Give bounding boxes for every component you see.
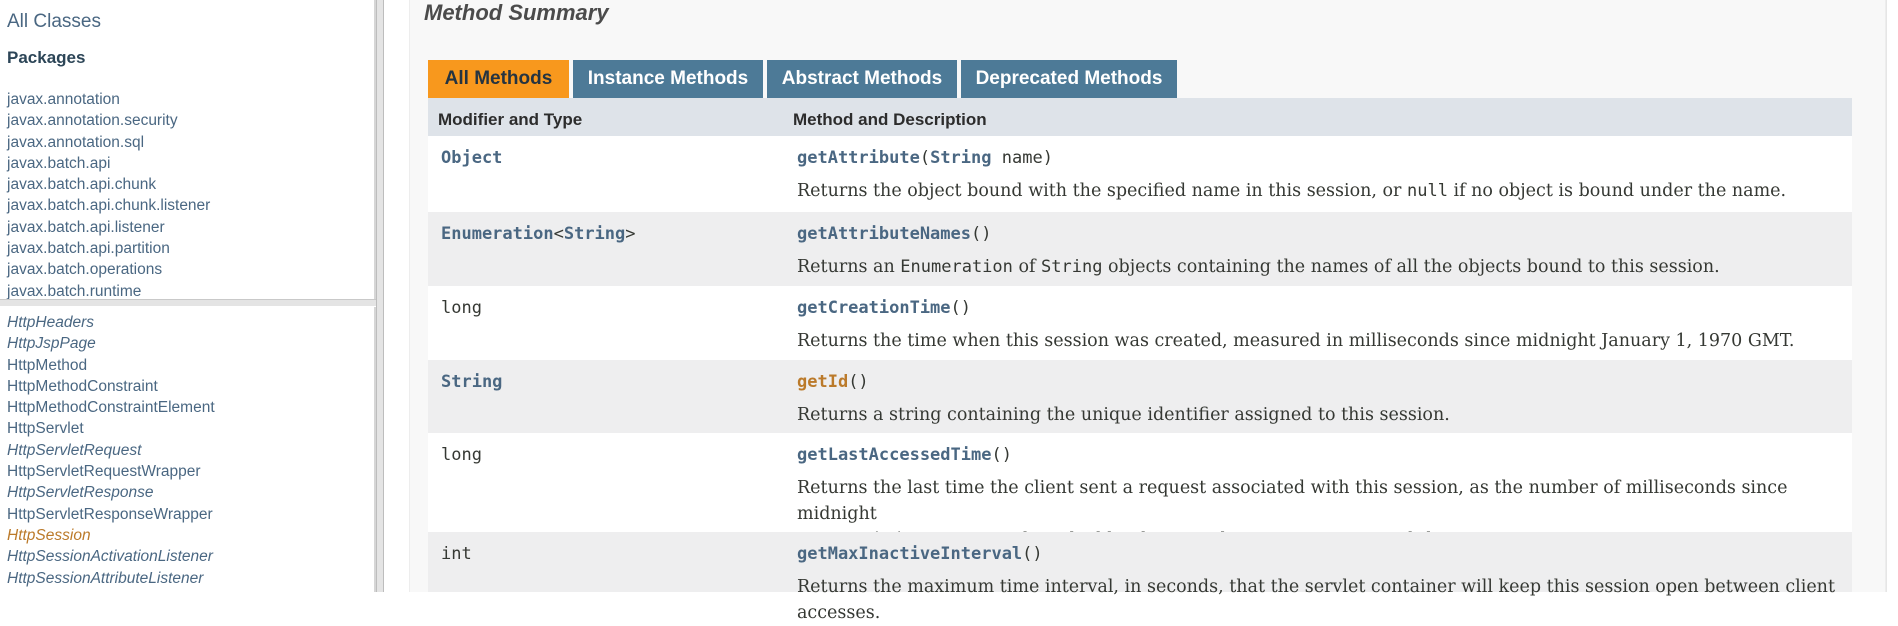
method-signature: getId()	[797, 372, 869, 392]
method-link[interactable]: getAttributeNames	[797, 224, 971, 244]
content-scrollbar[interactable]	[1886, 0, 1898, 592]
package-link[interactable]: javax.annotation.sql	[7, 132, 210, 153]
method-link[interactable]: getMaxInactiveInterval	[797, 544, 1022, 564]
packages-title: Packages	[7, 48, 86, 67]
class-link[interactable]: HttpMethodConstraintElement	[7, 397, 215, 418]
package-link[interactable]: javax.batch.api.chunk.listener	[7, 195, 210, 216]
class-link[interactable]: HttpServlet	[7, 418, 215, 439]
class-link[interactable]: HttpSessionAttributeListener	[7, 568, 215, 589]
method-link-hovered[interactable]: getId	[797, 372, 848, 392]
parens: ()	[950, 298, 972, 318]
package-list: javax.annotation javax.annotation.securi…	[7, 89, 210, 300]
class-list: HttpHeaders HttpJspPage HttpMethod HttpM…	[7, 312, 215, 589]
generic-open: <	[553, 224, 564, 244]
method-signature: getLastAccessedTime()	[797, 445, 1012, 465]
paren-open: (	[919, 148, 931, 168]
method-signature: getCreationTime()	[797, 298, 971, 318]
class-link[interactable]: HttpServletResponseWrapper	[7, 504, 215, 525]
table-row: Enumeration<String> getAttributeNames() …	[428, 212, 1852, 286]
description-code: null	[1406, 181, 1448, 201]
method-description: Returns the time when this session was c…	[797, 331, 1795, 351]
return-type: long	[441, 445, 482, 465]
method-description: Returns the object bound with the specif…	[797, 178, 1837, 204]
description-text: Returns an	[797, 257, 901, 277]
class-link[interactable]: HttpServletRequestWrapper	[7, 461, 215, 482]
type-link[interactable]: String	[441, 372, 502, 392]
return-type: long	[441, 298, 482, 318]
package-link[interactable]: javax.batch.runtime	[7, 281, 210, 300]
parens: ()	[848, 372, 869, 392]
return-type: int	[441, 544, 472, 564]
class-link[interactable]: HttpSessionActivationListener	[7, 546, 215, 567]
parens: ()	[1022, 544, 1043, 564]
type-link[interactable]: Object	[441, 148, 502, 168]
method-signature: getAttributeNames()	[797, 224, 991, 244]
method-signature: getAttribute(String name)	[797, 148, 1053, 168]
package-link[interactable]: javax.batch.operations	[7, 259, 210, 280]
primitive-type: int	[441, 544, 472, 564]
description-text: if no object is bound under the name.	[1447, 181, 1787, 201]
tab-deprecated-methods[interactable]: Deprecated Methods	[961, 60, 1177, 98]
package-link[interactable]: javax.batch.api.chunk	[7, 174, 210, 195]
param-name: name	[991, 148, 1043, 168]
type-link[interactable]: Enumeration	[441, 224, 554, 244]
primitive-type: long	[441, 445, 482, 465]
packages-frame: All Classes Packages javax.annotation ja…	[0, 0, 376, 300]
class-link[interactable]: HttpMethod	[7, 355, 215, 376]
method-link[interactable]: getCreationTime	[797, 298, 951, 318]
class-link[interactable]: HttpJspPage	[7, 333, 215, 354]
method-link[interactable]: getAttribute	[797, 148, 920, 168]
method-signature: getMaxInactiveInterval()	[797, 544, 1043, 564]
param-type-link[interactable]: String	[930, 148, 991, 168]
table-row: long getLastAccessedTime() Returns the l…	[428, 433, 1852, 550]
class-link[interactable]: HttpMethodConstraint	[7, 376, 215, 397]
method-link[interactable]: getLastAccessedTime	[797, 445, 991, 465]
tab-abstract-methods[interactable]: Abstract Methods	[767, 60, 957, 98]
description-text: Returns the object bound with the specif…	[797, 181, 1407, 201]
package-link[interactable]: javax.annotation	[7, 89, 210, 110]
all-classes-link[interactable]: All Classes	[7, 11, 101, 33]
tab-all-methods[interactable]: All Methods	[428, 60, 569, 98]
class-link[interactable]: HttpServletResponse	[7, 482, 215, 503]
type-param-link[interactable]: String	[564, 224, 625, 244]
return-type: Enumeration<String>	[441, 224, 636, 244]
package-link[interactable]: javax.annotation.security	[7, 110, 210, 131]
description-code: Enumeration	[900, 257, 1013, 277]
table-row: String getId() Returns a string containi…	[428, 360, 1852, 433]
method-summary-title: Method Summary	[424, 0, 609, 25]
primitive-type: long	[441, 298, 482, 318]
parens: ()	[971, 224, 992, 244]
package-link[interactable]: javax.batch.api	[7, 153, 210, 174]
paren-close: )	[1042, 148, 1053, 168]
table-row: int getMaxInactiveInterval() Returns the…	[428, 532, 1852, 623]
method-description: Returns the maximum time interval, in se…	[797, 577, 1835, 623]
generic-close: >	[625, 224, 636, 244]
table-header: Modifier and Type Method and Description	[428, 98, 1852, 136]
table-row: long getCreationTime() Returns the time …	[428, 286, 1852, 360]
return-type: Object	[441, 148, 502, 168]
method-description: Returns an Enumeration of String objects…	[797, 254, 1837, 280]
class-link[interactable]: HttpServletRequest	[7, 440, 215, 461]
tab-instance-methods[interactable]: Instance Methods	[573, 60, 763, 98]
return-type: String	[441, 372, 502, 392]
classes-frame: HttpHeaders HttpJspPage HttpMethod HttpM…	[0, 306, 376, 592]
frame-vertical-splitter[interactable]	[376, 0, 384, 592]
class-link[interactable]: HttpHeaders	[7, 312, 215, 333]
package-link[interactable]: javax.batch.api.partition	[7, 238, 210, 259]
description-text: of	[1012, 257, 1042, 277]
method-description: Returns a string containing the unique i…	[797, 405, 1450, 425]
description-text: objects containing the names of all the …	[1102, 257, 1720, 277]
package-link[interactable]: javax.batch.api.listener	[7, 217, 210, 238]
class-link-active[interactable]: HttpSession	[7, 525, 215, 546]
parens: ()	[991, 445, 1012, 465]
table-row: Object getAttribute(String name) Returns…	[428, 136, 1852, 212]
description-code: String	[1041, 257, 1103, 277]
description-line: Returns the last time the client sent a …	[797, 478, 1788, 524]
